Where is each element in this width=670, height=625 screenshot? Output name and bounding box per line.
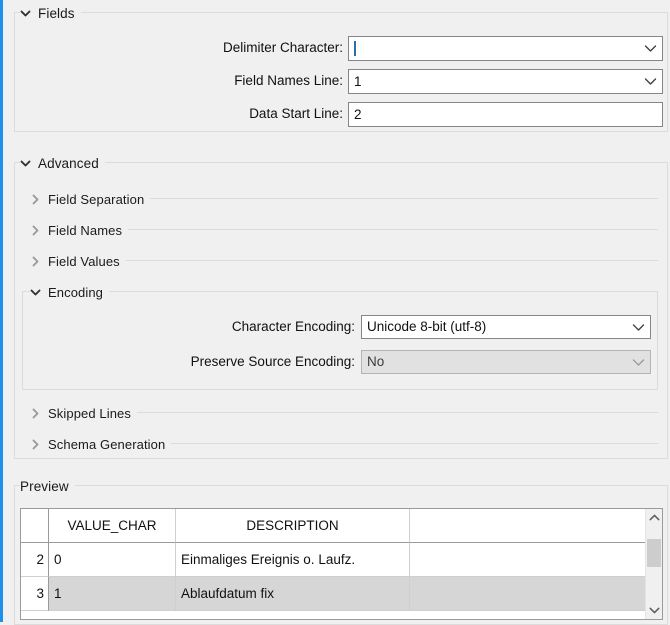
field-names-subsection-header[interactable]: Field Names xyxy=(30,221,129,239)
preserve-source-encoding-combobox[interactable]: No xyxy=(361,350,651,374)
table-header-value-char[interactable]: VALUE_CHAR xyxy=(49,509,176,543)
table-cell-value-char[interactable]: 1 xyxy=(49,577,176,611)
preview-table-grid: VALUE_CHAR DESCRIPTION 2 0 Einmaliges Er… xyxy=(21,509,645,619)
chevron-down-icon[interactable] xyxy=(626,351,650,373)
table-header-row: VALUE_CHAR DESCRIPTION xyxy=(21,509,645,543)
preview-table-vertical-scrollbar[interactable] xyxy=(645,509,662,619)
advanced-section-rule xyxy=(14,162,668,163)
chevron-right-icon xyxy=(30,194,41,205)
chevron-down-icon xyxy=(20,8,31,19)
skipped-lines-subsection-header[interactable]: Skipped Lines xyxy=(30,404,137,422)
schema-generation-subsection-header[interactable]: Schema Generation xyxy=(30,435,172,453)
preview-section-title: Preview xyxy=(20,478,69,494)
field-names-subsection-title: Field Names xyxy=(48,222,123,238)
character-encoding-label: Character Encoding: xyxy=(231,319,355,334)
field-values-subsection-title: Field Values xyxy=(48,253,120,269)
encoding-subsection-title: Encoding xyxy=(48,284,104,300)
table-cell-blank xyxy=(410,577,645,611)
skipped-lines-subsection-title: Skipped Lines xyxy=(48,405,131,421)
fields-section-header[interactable]: Fields xyxy=(20,4,81,22)
preserve-source-encoding-label: Preserve Source Encoding: xyxy=(190,354,355,369)
chevron-down-icon[interactable] xyxy=(638,70,662,93)
table-cell-description[interactable]: Einmaliges Ereignis o. Laufz. xyxy=(176,543,410,577)
chevron-down-icon xyxy=(20,158,31,169)
field-values-subsection-header[interactable]: Field Values xyxy=(30,252,126,270)
data-start-line-input[interactable]: 2 xyxy=(348,102,663,127)
preview-table[interactable]: VALUE_CHAR DESCRIPTION 2 0 Einmaliges Er… xyxy=(20,508,663,620)
chevron-right-icon xyxy=(30,256,41,267)
chevron-down-icon xyxy=(30,287,41,298)
delimiter-character-value: | xyxy=(354,42,638,56)
preview-section-rule xyxy=(14,485,668,486)
field-names-line-label: Field Names Line: xyxy=(234,73,343,88)
field-separation-subsection-title: Field Separation xyxy=(48,191,145,207)
csv-import-options-panel: Fields Delimiter Character: | Field Name… xyxy=(0,0,670,625)
data-start-line-label: Data Start Line: xyxy=(249,106,343,121)
preview-section-header: Preview xyxy=(20,477,75,495)
table-cell-value-char[interactable]: 0 xyxy=(49,543,176,577)
encoding-subsection-header[interactable]: Encoding xyxy=(30,283,110,301)
delimiter-character-combobox[interactable]: | xyxy=(348,36,663,61)
encoding-subsection-frame xyxy=(22,291,658,390)
schema-generation-subsection-title: Schema Generation xyxy=(48,436,166,452)
advanced-section-header[interactable]: Advanced xyxy=(20,154,105,172)
table-row-number: 3 xyxy=(21,577,49,611)
chevron-right-icon xyxy=(30,439,41,450)
fields-section-rule xyxy=(14,12,668,13)
table-cell-description[interactable]: Ablaufdatum fix xyxy=(176,577,410,611)
table-row-number: 2 xyxy=(21,543,49,577)
chevron-down-icon[interactable] xyxy=(646,602,662,619)
character-encoding-combobox[interactable]: Unicode 8-bit (utf-8) xyxy=(361,315,651,339)
field-names-line-value: 1 xyxy=(354,74,362,89)
chevron-down-icon[interactable] xyxy=(626,316,650,338)
table-header-rownum xyxy=(21,509,49,543)
table-cell-blank xyxy=(410,543,645,577)
chevron-right-icon xyxy=(30,225,41,236)
data-start-line-value: 2 xyxy=(354,107,362,122)
scrollbar-thumb[interactable] xyxy=(647,539,661,567)
character-encoding-value: Unicode 8-bit (utf-8) xyxy=(367,320,487,334)
chevron-up-icon[interactable] xyxy=(646,509,662,526)
fields-section-title: Fields xyxy=(38,5,75,21)
encoding-subsection-rule xyxy=(22,291,658,292)
chevron-right-icon xyxy=(30,408,41,419)
delimiter-character-label: Delimiter Character: xyxy=(222,40,343,55)
field-separation-subsection-header[interactable]: Field Separation xyxy=(30,190,151,208)
advanced-section-title: Advanced xyxy=(38,155,99,171)
preserve-source-encoding-value: No xyxy=(367,355,385,369)
delimiter-character-caret xyxy=(354,41,356,56)
field-names-line-combobox[interactable]: 1 xyxy=(348,69,663,94)
table-header-blank xyxy=(410,509,645,543)
table-header-description[interactable]: DESCRIPTION xyxy=(176,509,410,543)
table-row[interactable]: 2 0 Einmaliges Ereignis o. Laufz. xyxy=(21,543,645,577)
left-accent-strip xyxy=(0,0,3,622)
chevron-down-icon[interactable] xyxy=(638,37,662,60)
table-row[interactable]: 3 1 Ablaufdatum fix xyxy=(21,577,645,611)
